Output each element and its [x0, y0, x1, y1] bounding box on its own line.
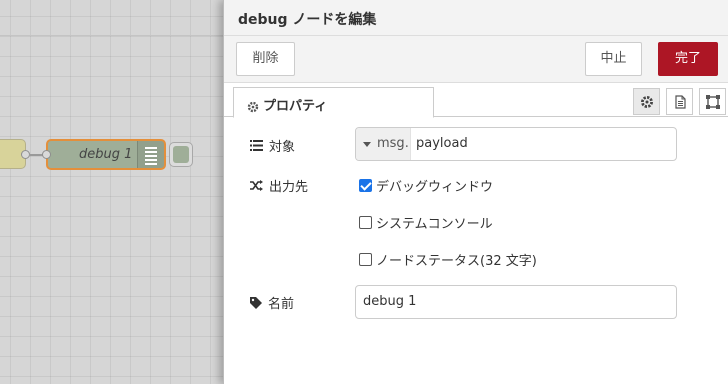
- description-icon: [675, 95, 686, 109]
- gear-icon: [641, 96, 653, 108]
- debug-toggle-inner: [173, 146, 189, 163]
- output-node-status-option[interactable]: ノードステータス(32 文字): [359, 250, 537, 269]
- debug-input-port[interactable]: [42, 150, 51, 159]
- name-input[interactable]: debug 1: [355, 285, 677, 319]
- tab-properties[interactable]: プロパティ: [233, 87, 434, 118]
- delete-button[interactable]: 削除: [236, 42, 295, 76]
- done-button[interactable]: 完了: [658, 42, 718, 76]
- debug-list-icon: [145, 147, 157, 165]
- target-value-input[interactable]: payload: [416, 128, 468, 160]
- debug-node-label: debug 1: [79, 147, 133, 162]
- tab-properties-label: プロパティ: [263, 99, 328, 114]
- tag-icon: [250, 296, 262, 309]
- target-type-select[interactable]: msg.: [356, 128, 411, 160]
- output-debug-window-option[interactable]: デバッグウィンドウ: [359, 176, 493, 195]
- tray-title: debug ノードを編集: [238, 12, 377, 28]
- tray-header: debug ノードを編集: [224, 0, 728, 36]
- appearance-icon: [706, 95, 720, 109]
- checkbox-unchecked[interactable]: [359, 253, 372, 266]
- option-label: ノードステータス(32 文字): [376, 254, 537, 269]
- gear-icon: [247, 101, 259, 112]
- option-label: システムコンソール: [376, 217, 493, 232]
- debug-toggle-button[interactable]: [169, 142, 193, 167]
- debug-node[interactable]: debug 1: [46, 139, 166, 170]
- target-type-label: msg.: [377, 136, 409, 151]
- tab-settings[interactable]: [633, 88, 660, 115]
- cancel-button[interactable]: 中止: [585, 42, 642, 76]
- tray-toolbar: 削除 中止 完了: [224, 36, 728, 83]
- workspace-divider: [0, 35, 223, 36]
- checkbox-checked[interactable]: [359, 179, 372, 192]
- debug-node-icon-box: [137, 141, 164, 168]
- tab-description[interactable]: [666, 88, 693, 115]
- target-typed-input: msg. payload: [355, 127, 677, 161]
- output-system-console-option[interactable]: システムコンソール: [359, 213, 493, 232]
- name-label-text: 名前: [268, 297, 295, 312]
- output-label-text: 出力先: [269, 180, 309, 195]
- edit-tray: debug ノードを編集 削除 中止 完了 プロパティ 対象 msg. payl…: [223, 0, 728, 384]
- caret-down-icon: [363, 142, 371, 147]
- target-label-text: 対象: [269, 140, 296, 155]
- list-icon: [250, 140, 263, 151]
- option-label: デバッグウィンドウ: [376, 180, 494, 195]
- tray-tabs: プロパティ: [224, 83, 728, 118]
- flow-workspace[interactable]: debug 1: [0, 0, 223, 384]
- name-label: 名前: [250, 293, 294, 312]
- checkbox-unchecked[interactable]: [359, 216, 372, 229]
- shuffle-icon: [250, 180, 263, 191]
- target-label: 対象: [250, 136, 295, 155]
- tab-appearance[interactable]: [699, 88, 726, 115]
- output-label: 出力先: [250, 176, 308, 195]
